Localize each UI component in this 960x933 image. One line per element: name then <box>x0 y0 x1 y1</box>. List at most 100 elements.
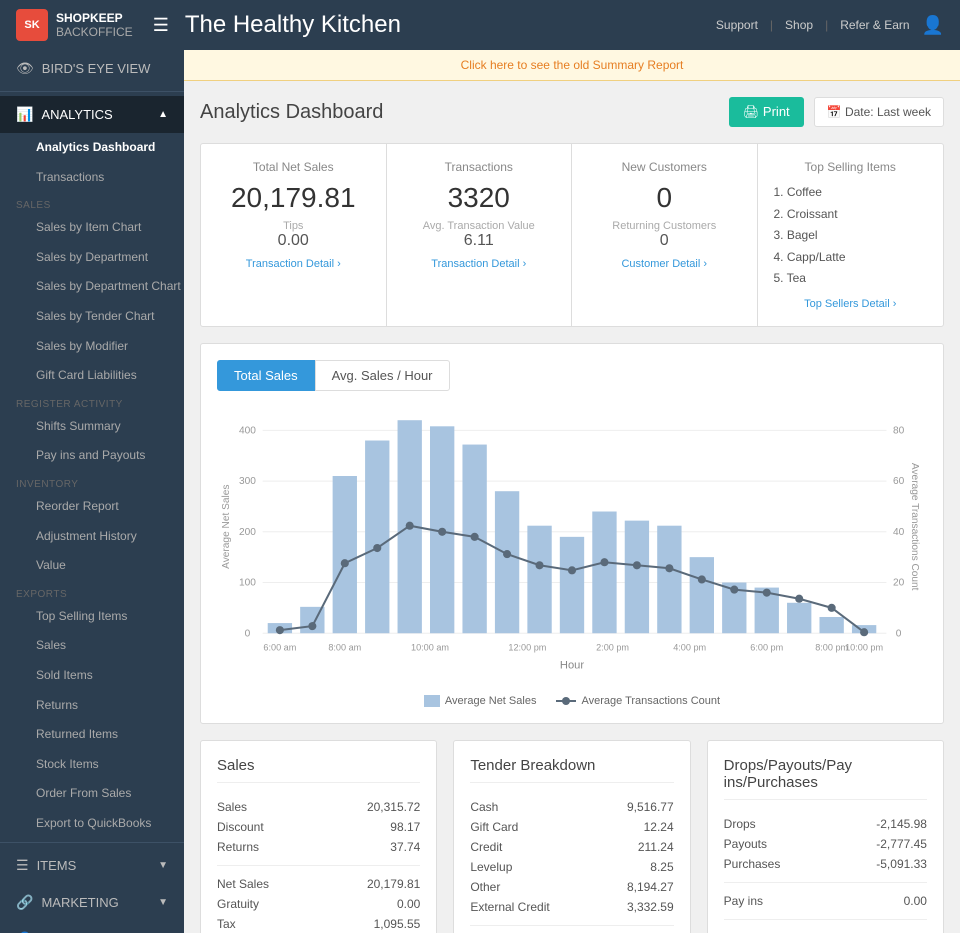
eye-icon: 👁 <box>16 60 34 77</box>
sidebar-item-items[interactable]: ☰ ITEMS ▼ <box>0 847 184 884</box>
sidebar-sub-gift-card[interactable]: Gift Card Liabilities <box>0 361 184 391</box>
promo-bar[interactable]: Click here to see the old Summary Report <box>184 50 960 81</box>
sidebar-item-birds-eye[interactable]: 👁 BIRD'S EYE VIEW <box>0 50 184 87</box>
tender-row-credit: Credit211.24 <box>470 837 673 857</box>
sidebar-sub-sales-dept[interactable]: Sales by Department <box>0 243 184 273</box>
tender-row-cash: Cash9,516.77 <box>470 797 673 817</box>
sidebar-sub-sales-item-chart[interactable]: Sales by Item Chart <box>0 213 184 243</box>
sidebar-sub-sold-items[interactable]: Sold Items <box>0 661 184 691</box>
sidebar-sub-dashboard[interactable]: Analytics Dashboard <box>0 133 184 163</box>
nav-links: Support | Shop | Refer & Earn <box>716 18 910 32</box>
transactions-card: Transactions 3320 Avg. Transaction Value… <box>387 144 573 326</box>
promo-link[interactable]: Click here to see the old Summary Report <box>461 58 684 72</box>
tab-avg-sales[interactable]: Avg. Sales / Hour <box>315 360 450 391</box>
total-net-sales-card: Total Net Sales 20,179.81 Tips 0.00 Tran… <box>201 144 387 326</box>
sidebar-sub-stock[interactable]: Stock Items <box>0 750 184 780</box>
sales-section: Sales Sales20,315.72 Discount98.17 Retur… <box>200 740 437 933</box>
sidebar-sub-shifts[interactable]: Shifts Summary <box>0 412 184 442</box>
drops-row-total: Total-10,014.76 <box>724 928 927 933</box>
svg-text:8:00 am: 8:00 am <box>328 642 361 652</box>
chart-svg: 400 300 200 100 0 Average Net Sales 80 6… <box>217 407 927 687</box>
logo-line2: BACKOFFICE <box>56 25 133 39</box>
chart-container: 400 300 200 100 0 Average Net Sales 80 6… <box>217 407 927 687</box>
svg-text:80: 80 <box>893 425 905 436</box>
sidebar-sub-returns[interactable]: Returns <box>0 691 184 721</box>
sidebar-sub-adjustment[interactable]: Adjustment History <box>0 522 184 552</box>
user-icon[interactable]: 👤 <box>922 15 944 36</box>
tender-row-levelup: Levelup8.25 <box>470 857 673 877</box>
svg-text:2:00 pm: 2:00 pm <box>596 642 629 652</box>
total-net-sales-label: Total Net Sales <box>217 160 370 174</box>
shop-link[interactable]: Shop <box>785 18 813 32</box>
store-name: The Healthy Kitchen <box>185 11 716 39</box>
top-seller-3: 3. Bagel <box>774 225 928 247</box>
svg-text:300: 300 <box>239 476 256 487</box>
svg-text:40: 40 <box>893 527 905 538</box>
top-sellers-list: 1. Coffee 2. Croissant 3. Bagel 4. Capp/… <box>774 182 928 290</box>
customer-detail-link[interactable]: Customer Detail › <box>588 258 741 270</box>
svg-text:60: 60 <box>893 476 905 487</box>
top-sellers-card: Top Selling Items 1. Coffee 2. Croissant… <box>758 144 944 326</box>
sidebar-sub-value[interactable]: Value <box>0 551 184 581</box>
returning-value: 0 <box>588 232 741 250</box>
tender-section: Tender Breakdown Cash9,516.77 Gift Card1… <box>453 740 690 933</box>
transaction-detail-link[interactable]: Transaction Detail › <box>217 258 370 270</box>
transactions-value: 3320 <box>403 182 556 214</box>
sidebar-sub-top-selling[interactable]: Top Selling Items <box>0 602 184 632</box>
sales-row-returns: Returns37.74 <box>217 837 420 857</box>
drops-row-drops: Drops-2,145.98 <box>724 814 927 834</box>
sidebar-category-sales: SALES <box>0 192 184 213</box>
sales-title: Sales <box>217 757 420 783</box>
legend-bar-label: Average Net Sales <box>445 695 537 707</box>
sidebar-item-staff[interactable]: 👤 STAFF ▼ <box>0 921 184 933</box>
sidebar-sub-sales-tender-chart[interactable]: Sales by Tender Chart <box>0 302 184 332</box>
sidebar-sub-payins[interactable]: Pay ins and Payouts <box>0 441 184 471</box>
print-button[interactable]: 🖨 Print <box>729 97 804 127</box>
tips-label: Tips <box>217 220 370 232</box>
sidebar-category-exports: EXPORTS <box>0 581 184 602</box>
marketing-icon: 🔗 <box>16 894 33 911</box>
sidebar-sub-order-from-sales[interactable]: Order From Sales <box>0 779 184 809</box>
svg-text:400: 400 <box>239 425 256 436</box>
sidebar-item-analytics[interactable]: 📊 ANALYTICS ▲ <box>0 96 184 133</box>
tender-row-external-credit: External Credit3,332.59 <box>470 897 673 917</box>
sidebar-category-register: REGISTER ACTIVITY <box>0 391 184 412</box>
refer-link[interactable]: Refer & Earn <box>840 18 909 32</box>
returning-label: Returning Customers <box>588 220 741 232</box>
sidebar-sub-quickbooks[interactable]: Export to QuickBooks <box>0 809 184 839</box>
analytics-icon: 📊 <box>16 106 33 123</box>
support-link[interactable]: Support <box>716 18 758 32</box>
top-sellers-label: Top Selling Items <box>774 160 928 174</box>
svg-text:4:00 pm: 4:00 pm <box>673 642 706 652</box>
sidebar-category-inventory: INVENTORY <box>0 471 184 492</box>
svg-text:6:00 am: 6:00 am <box>263 642 296 652</box>
drops-row-purchases: Purchases-5,091.33 <box>724 854 927 874</box>
svg-text:12:00 pm: 12:00 pm <box>508 642 546 652</box>
sidebar-sub-sales-export[interactable]: Sales <box>0 631 184 661</box>
sidebar-sub-transactions[interactable]: Transactions <box>0 163 184 193</box>
legend-bar-item: Average Net Sales <box>424 695 537 707</box>
tips-value: 0.00 <box>217 232 370 250</box>
bottom-grid: Sales Sales20,315.72 Discount98.17 Retur… <box>200 740 944 933</box>
drops-row-payouts: Payouts-2,777.45 <box>724 834 927 854</box>
sidebar-sub-returned-items[interactable]: Returned Items <box>0 720 184 750</box>
avg-label: Avg. Transaction Value <box>403 220 556 232</box>
tab-total-sales[interactable]: Total Sales <box>217 360 315 391</box>
sidebar-item-marketing[interactable]: 🔗 MARKETING ▼ <box>0 884 184 921</box>
drops-title: Drops/Payouts/Pay ins/Purchases <box>724 757 927 800</box>
top-seller-4: 4. Capp/Latte <box>774 247 928 269</box>
sidebar-sub-reorder[interactable]: Reorder Report <box>0 492 184 522</box>
date-filter[interactable]: 📅 Date: Last week <box>814 97 944 127</box>
drops-row-payins: Pay ins0.00 <box>724 891 927 911</box>
tender-row-other: Other8,194.27 <box>470 877 673 897</box>
svg-text:10:00 am: 10:00 am <box>411 642 449 652</box>
page-title: Analytics Dashboard <box>200 101 383 124</box>
chart-legend: Average Net Sales Average Transactions C… <box>217 695 927 707</box>
sidebar-sub-sales-dept-chart[interactable]: Sales by Department Chart <box>0 272 184 302</box>
transaction-detail-link2[interactable]: Transaction Detail › <box>403 258 556 270</box>
legend-line-label: Average Transactions Count <box>581 695 720 707</box>
total-net-sales-value: 20,179.81 <box>217 182 370 214</box>
sidebar-sub-sales-modifier[interactable]: Sales by Modifier <box>0 332 184 362</box>
hamburger-icon[interactable]: ☰ <box>153 15 169 36</box>
top-sellers-detail-link[interactable]: Top Sellers Detail › <box>774 298 928 310</box>
